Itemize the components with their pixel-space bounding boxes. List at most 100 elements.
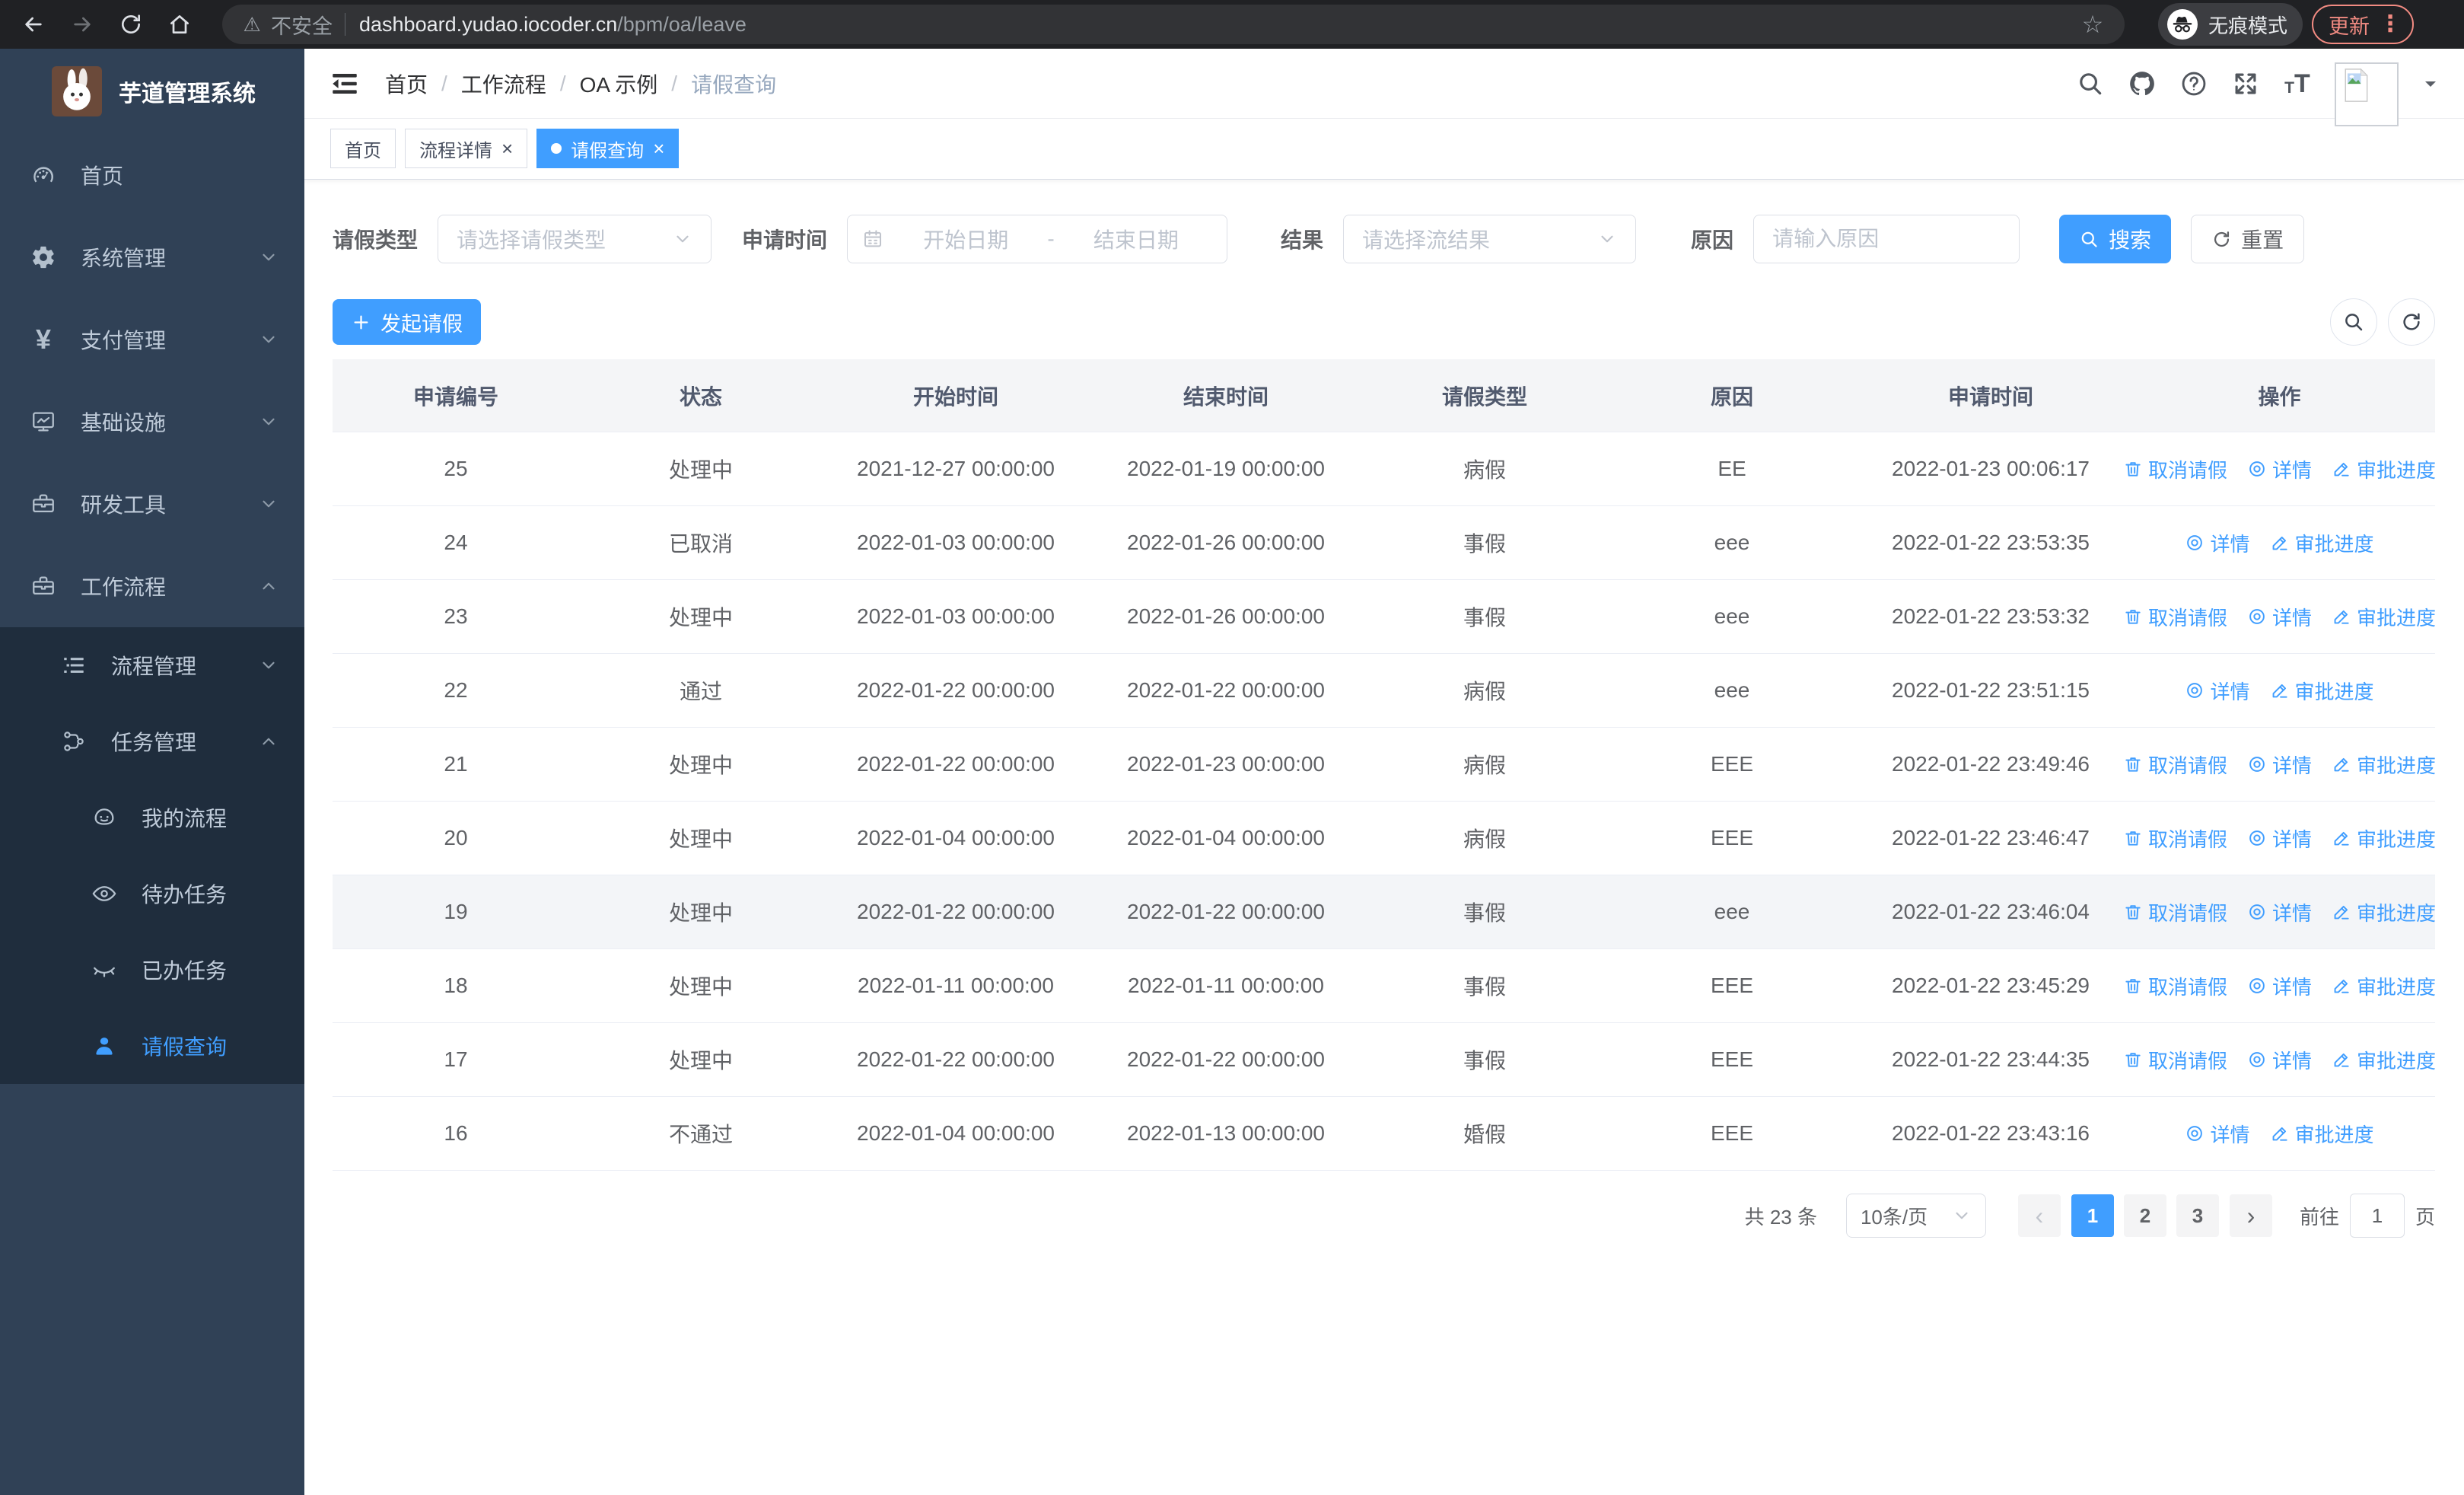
progress-link[interactable]: 审批进度 bbox=[2332, 972, 2435, 1000]
sidebar-item-6[interactable]: 流程管理 bbox=[0, 627, 304, 703]
search-icon[interactable] bbox=[2076, 69, 2105, 98]
cancel-leave-link[interactable]: 取消请假 bbox=[2124, 751, 2227, 779]
reload-icon[interactable] bbox=[114, 8, 148, 41]
sidebar-logo[interactable]: 芋道管理系统 bbox=[0, 49, 304, 134]
sidebar-toggle-icon[interactable] bbox=[329, 68, 361, 100]
sidebar-menu: 首页 系统管理 ¥ 支付管理基础设施研发工具 工作流程 流程管理 任务管理 我的流程 待办任务已… bbox=[0, 134, 304, 1495]
detail-link[interactable]: 详情 bbox=[2247, 1046, 2312, 1074]
cancel-leave-link[interactable]: 取消请假 bbox=[2124, 972, 2227, 1000]
page-button-2[interactable]: 2 bbox=[2123, 1194, 2166, 1237]
page-button-1[interactable]: 1 bbox=[2071, 1194, 2114, 1237]
action-label: 取消请假 bbox=[2147, 1049, 2227, 1073]
refresh-table-button[interactable] bbox=[2388, 298, 2435, 346]
sidebar-item-9[interactable]: 待办任务 bbox=[0, 856, 304, 932]
sidebar-item-0[interactable]: 首页 bbox=[0, 134, 304, 216]
close-icon[interactable]: × bbox=[653, 139, 664, 158]
trash-icon bbox=[2124, 828, 2143, 848]
cancel-leave-link[interactable]: 取消请假 bbox=[2124, 824, 2227, 853]
cancel-leave-link[interactable]: 取消请假 bbox=[2124, 898, 2227, 926]
update-button[interactable]: 更新 ⋮ bbox=[2312, 5, 2415, 44]
sidebar-item-11[interactable]: 请假查询 bbox=[0, 1008, 304, 1084]
prev-page-button[interactable]: ‹ bbox=[2017, 1194, 2061, 1237]
tab-0[interactable]: 首页 bbox=[330, 129, 396, 168]
detail-link[interactable]: 详情 bbox=[2185, 677, 2250, 705]
breadcrumb-item[interactable]: 首页 bbox=[385, 69, 428, 99]
avatar-caret-down-icon[interactable] bbox=[2421, 75, 2440, 93]
avatar[interactable] bbox=[2335, 62, 2399, 126]
detail-link[interactable]: 详情 bbox=[2247, 824, 2312, 853]
bookmark-star-icon[interactable]: ☆ bbox=[2077, 9, 2108, 40]
security-label[interactable]: 不安全 bbox=[271, 10, 333, 40]
progress-link[interactable]: 审批进度 bbox=[2332, 898, 2435, 926]
close-icon[interactable]: × bbox=[501, 139, 513, 158]
refresh-icon bbox=[2400, 311, 2423, 333]
cell-applied: 2022-01-22 23:46:04 bbox=[1892, 900, 2090, 923]
breadcrumb-item[interactable]: 工作流程 bbox=[461, 69, 546, 99]
progress-link[interactable]: 审批进度 bbox=[2270, 1120, 2374, 1148]
apply-time-range-picker[interactable]: 开始日期 - 结束日期 bbox=[847, 215, 1228, 263]
sidebar-item-1[interactable]: 系统管理 bbox=[0, 216, 304, 298]
create-leave-button[interactable]: 发起请假 bbox=[333, 299, 481, 345]
sidebar-item-7[interactable]: 任务管理 bbox=[0, 703, 304, 779]
detail-link[interactable]: 详情 bbox=[2247, 898, 2312, 926]
sidebar-item-4[interactable]: 研发工具 bbox=[0, 463, 304, 545]
cell-id: 25 bbox=[444, 457, 468, 480]
page-buttons: 123 bbox=[2071, 1194, 2219, 1237]
detail-link[interactable]: 详情 bbox=[2247, 751, 2312, 779]
progress-link[interactable]: 审批进度 bbox=[2332, 824, 2435, 853]
back-icon[interactable] bbox=[17, 8, 50, 41]
reason-input[interactable] bbox=[1753, 215, 2020, 263]
detail-link[interactable]: 详情 bbox=[2185, 1120, 2250, 1148]
toggle-search-button[interactable] bbox=[2330, 298, 2377, 346]
forward-icon[interactable] bbox=[65, 8, 99, 41]
cancel-leave-link[interactable]: 取消请假 bbox=[2124, 1046, 2227, 1074]
action-label: 取消请假 bbox=[2147, 975, 2227, 999]
next-page-button[interactable]: › bbox=[2229, 1194, 2272, 1237]
chevron-down-icon bbox=[673, 229, 692, 249]
leave-type-select[interactable]: 请选择请假类型 bbox=[438, 215, 712, 263]
detail-link[interactable]: 详情 bbox=[2247, 972, 2312, 1000]
page-size-select[interactable]: 10条/页 bbox=[1845, 1194, 1986, 1238]
result-placeholder: 请选择流结果 bbox=[1362, 228, 1491, 252]
home-icon[interactable] bbox=[163, 8, 196, 41]
search-button[interactable]: 搜索 bbox=[2059, 215, 2172, 263]
tab-1[interactable]: 流程详情 × bbox=[405, 129, 528, 168]
progress-link[interactable]: 审批进度 bbox=[2332, 455, 2435, 483]
github-icon[interactable] bbox=[2128, 69, 2157, 98]
font-size-icon[interactable]: TT bbox=[2283, 69, 2312, 98]
sidebar-item-10[interactable]: 已办任务 bbox=[0, 932, 304, 1008]
fullscreen-icon[interactable] bbox=[2231, 69, 2260, 98]
cancel-leave-link[interactable]: 取消请假 bbox=[2124, 603, 2227, 631]
tab-2[interactable]: 请假查询 × bbox=[536, 129, 680, 168]
breadcrumb-separator: / bbox=[559, 71, 566, 95]
goto-page-input[interactable] bbox=[2349, 1194, 2405, 1238]
filter-label-type: 请假类型 bbox=[333, 228, 419, 252]
url-bar[interactable]: ⚠ 不安全 dashboard.yudao.iocoder.cn/bpm/oa/… bbox=[222, 5, 2125, 44]
row-actions: 取消请假 详情 审批进度 bbox=[2124, 603, 2435, 631]
cell-id: 20 bbox=[444, 826, 468, 850]
progress-link[interactable]: 审批进度 bbox=[2270, 529, 2374, 557]
sidebar-item-2[interactable]: ¥ 支付管理 bbox=[0, 298, 304, 381]
result-select[interactable]: 请选择流结果 bbox=[1343, 215, 1637, 263]
progress-link[interactable]: 审批进度 bbox=[2332, 603, 2435, 631]
sidebar-item-5[interactable]: 工作流程 bbox=[0, 545, 304, 627]
progress-link[interactable]: 审批进度 bbox=[2332, 751, 2435, 779]
sidebar-item-label: 基础设施 bbox=[81, 411, 167, 435]
detail-link[interactable]: 详情 bbox=[2247, 455, 2312, 483]
cancel-leave-link[interactable]: 取消请假 bbox=[2124, 455, 2227, 483]
progress-link[interactable]: 审批进度 bbox=[2270, 677, 2374, 705]
cell-start: 2022-01-04 00:00:00 bbox=[857, 826, 1055, 850]
page-button-3[interactable]: 3 bbox=[2176, 1194, 2219, 1237]
detail-link[interactable]: 详情 bbox=[2247, 603, 2312, 631]
sidebar-item-8[interactable]: 我的流程 bbox=[0, 779, 304, 856]
top-navbar: 首页 / 工作流程 / OA 示例 / 请假查询 TT bbox=[304, 49, 2464, 126]
browser-menu-icon[interactable]: ⋮ bbox=[2379, 13, 2402, 36]
help-icon[interactable] bbox=[2179, 69, 2208, 98]
breadcrumb-item[interactable]: OA 示例 bbox=[580, 69, 658, 99]
detail-link[interactable]: 详情 bbox=[2185, 529, 2250, 557]
reset-button[interactable]: 重置 bbox=[2191, 215, 2305, 263]
filter-group-result: 结果 请选择流结果 bbox=[1281, 215, 1637, 263]
sidebar-item-3[interactable]: 基础设施 bbox=[0, 381, 304, 463]
progress-link[interactable]: 审批进度 bbox=[2332, 1046, 2435, 1074]
tags-bar: 首页 流程详情 × 请假查询 × bbox=[304, 119, 2464, 180]
